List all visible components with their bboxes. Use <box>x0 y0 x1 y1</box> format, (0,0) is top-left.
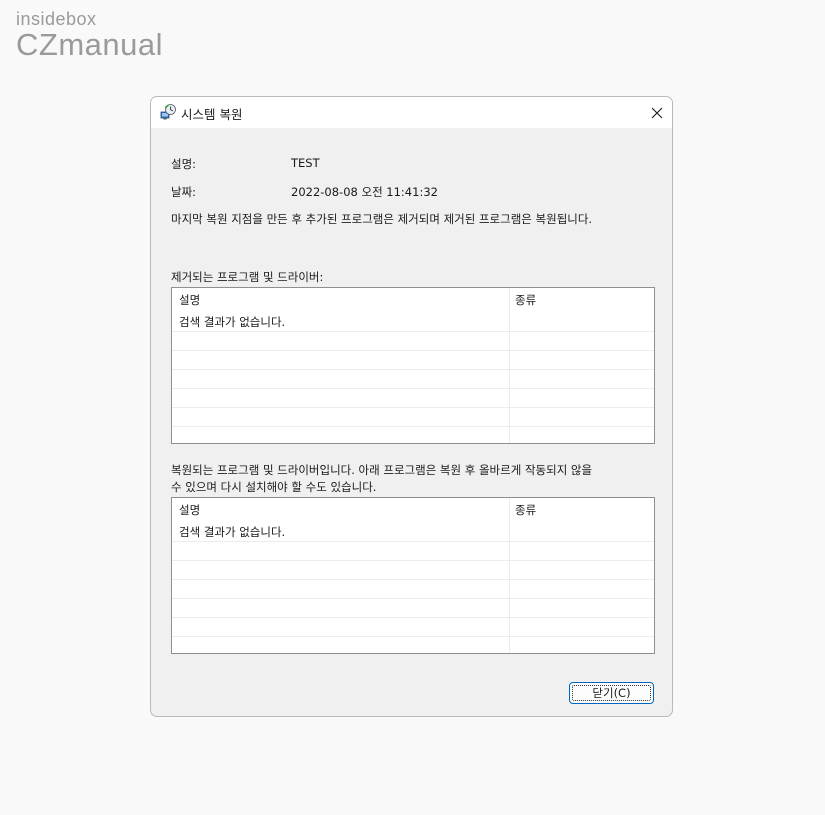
restored-programs-list[interactable]: 설명 종류 검색 결과가 없습니다. <box>171 497 655 654</box>
row-line <box>172 369 654 370</box>
row-line <box>172 636 654 637</box>
row-line <box>172 388 654 389</box>
title-bar[interactable]: 시스템 복원 <box>151 97 672 128</box>
close-icon <box>651 107 663 118</box>
column-separator <box>509 288 510 443</box>
row-line <box>172 560 654 561</box>
close-button[interactable] <box>642 97 672 128</box>
row-line <box>172 579 654 580</box>
row-line <box>172 541 654 542</box>
system-restore-dialog: 시스템 복원 설명: TEST 날짜: 2022-08-08 오전 11:41:… <box>150 96 673 717</box>
row-line <box>172 350 654 351</box>
description-value: TEST <box>291 156 320 170</box>
date-value: 2022-08-08 오전 11:41:32 <box>291 185 438 199</box>
info-text: 마지막 복원 지점을 만든 후 추가된 프로그램은 제거되며 제거된 프로그램은… <box>171 212 593 226</box>
restored-programs-label-line1: 복원되는 프로그램 및 드라이버입니다. 아래 프로그램은 복원 후 올바르게 … <box>171 463 593 477</box>
system-restore-icon <box>159 103 177 121</box>
site-watermark-logo: insidebox CZmanual <box>16 8 163 60</box>
list-header: 설명 종류 <box>172 498 654 519</box>
empty-result-text: 검색 결과가 없습니다. <box>179 315 286 329</box>
column-header-description[interactable]: 설명 <box>179 292 200 308</box>
watermark-line2: CZmanual <box>16 27 163 62</box>
dialog-title: 시스템 복원 <box>181 107 243 122</box>
column-header-type[interactable]: 종류 <box>515 292 536 308</box>
column-header-description[interactable]: 설명 <box>179 502 200 518</box>
list-header: 설명 종류 <box>172 288 654 309</box>
row-line <box>172 598 654 599</box>
removed-programs-label: 제거되는 프로그램 및 드라이버: <box>171 270 324 284</box>
restored-programs-label-line2: 수 있으며 다시 설치해야 할 수도 있습니다. <box>171 480 377 494</box>
close-dialog-button[interactable]: 닫기(C) <box>569 682 654 704</box>
removed-programs-list[interactable]: 설명 종류 검색 결과가 없습니다. <box>171 287 655 444</box>
row-line <box>172 407 654 408</box>
row-line <box>172 617 654 618</box>
description-label: 설명: <box>171 157 197 171</box>
row-line <box>172 426 654 427</box>
column-separator <box>509 498 510 653</box>
row-line <box>172 331 654 332</box>
column-header-type[interactable]: 종류 <box>515 502 536 518</box>
empty-result-text: 검색 결과가 없습니다. <box>179 525 286 539</box>
date-label: 날짜: <box>171 185 197 199</box>
